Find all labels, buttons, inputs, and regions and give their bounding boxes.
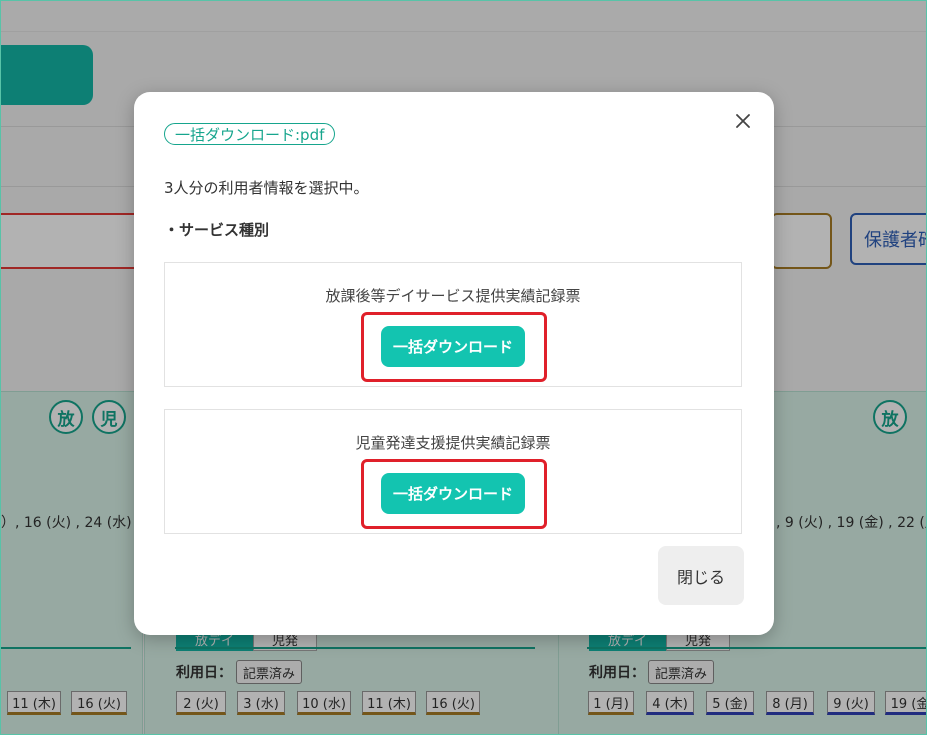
bulk-download-dialog: 一括ダウンロード:pdf 3人分の利用者情報を選択中。 ・サービス種別 放課後等… <box>134 92 774 635</box>
selection-message: 3人分の利用者情報を選択中。 <box>164 179 369 197</box>
section-after-school-day-service: 放課後等デイサービス提供実績記録票 一括ダウンロード <box>164 262 742 387</box>
close-button[interactable]: 閉じる <box>658 546 744 605</box>
section-title: 放課後等デイサービス提供実績記録票 <box>325 287 581 305</box>
file-type-badge: 一括ダウンロード:pdf <box>164 123 336 145</box>
close-icon[interactable] <box>732 110 754 132</box>
section-title: 児童発達支援提供実績記録票 <box>355 434 551 452</box>
section-child-development-support: 児童発達支援提供実績記録票 一括ダウンロード <box>164 409 742 534</box>
bulk-download-button[interactable]: 一括ダウンロード <box>381 326 525 367</box>
bulk-download-button[interactable]: 一括ダウンロード <box>381 473 525 514</box>
service-type-label: ・サービス種別 <box>164 221 270 239</box>
app-frame: 保護者確 放 児 ）, 16 (火) , 24 (水) 11 (木) 16 (火… <box>0 0 927 735</box>
